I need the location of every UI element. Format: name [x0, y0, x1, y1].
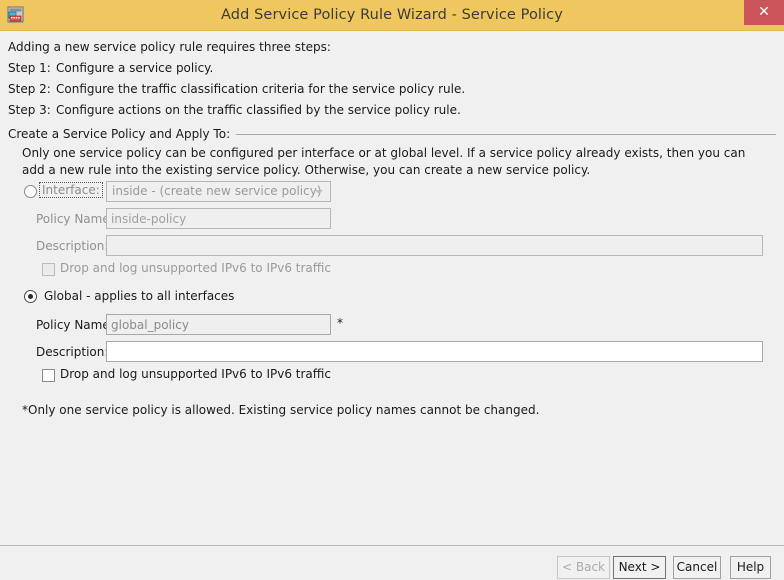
global-description-input[interactable] [106, 341, 763, 362]
window-titlebar: Add Service Policy Rule Wizard - Service… [0, 0, 784, 31]
global-policy-name-required-marker: * [337, 316, 343, 330]
intro-step-3: Step 3:Configure actions on the traffic … [8, 103, 461, 117]
help-button-label: Help [737, 560, 764, 574]
intro-step-2: Step 2:Configure the traffic classificat… [8, 82, 465, 96]
help-button[interactable]: Help [730, 556, 771, 579]
interface-drop-ipv6-label: Drop and log unsupported IPv6 to IPv6 tr… [60, 261, 331, 275]
radio-interface-label-text: Interface: [39, 182, 103, 198]
interface-policy-name-input[interactable] [106, 208, 331, 229]
cancel-button[interactable]: Cancel [673, 556, 721, 579]
chevron-down-icon [315, 190, 323, 194]
next-button-label: Next > [619, 560, 661, 574]
footnote-text: *Only one service policy is allowed. Exi… [22, 403, 539, 417]
cancel-button-label: Cancel [677, 560, 718, 574]
step-3-label: Step 3: [8, 103, 56, 117]
close-icon[interactable]: ✕ [744, 0, 784, 25]
interface-policy-name-label: Policy Name: [36, 212, 100, 226]
step-3-text: Configure actions on the traffic classif… [56, 103, 461, 117]
global-policy-name-input[interactable] [106, 314, 331, 335]
window-title: Add Service Policy Rule Wizard - Service… [0, 0, 784, 30]
intro-step-1: Step 1:Configure a service policy. [8, 61, 213, 75]
interface-select[interactable]: inside - (create new service policy) [106, 181, 331, 202]
next-button[interactable]: Next > [613, 556, 666, 579]
step-2-label: Step 2: [8, 82, 56, 96]
interface-drop-ipv6-checkbox[interactable] [42, 263, 55, 276]
global-policy-name-label: Policy Name: [36, 318, 100, 332]
radio-interface-label[interactable]: Interface: [42, 183, 103, 197]
step-1-label: Step 1: [8, 61, 56, 75]
global-description-label: Description: [36, 345, 100, 359]
back-button-label: < Back [562, 560, 605, 574]
group-description: Only one service policy can be configure… [22, 145, 770, 179]
interface-select-value: inside - (create new service policy) [112, 182, 322, 201]
dialog-content: Adding a new service policy rule require… [0, 31, 784, 536]
global-drop-ipv6-label: Drop and log unsupported IPv6 to IPv6 tr… [60, 367, 331, 381]
step-2-text: Configure the traffic classification cri… [56, 82, 465, 96]
radio-global-label[interactable]: Global - applies to all interfaces [44, 289, 234, 303]
back-button[interactable]: < Back [557, 556, 610, 579]
radio-interface[interactable] [24, 185, 37, 198]
interface-description-input[interactable] [106, 235, 763, 256]
global-drop-ipv6-checkbox[interactable] [42, 369, 55, 382]
interface-description-label: Description: [36, 239, 100, 253]
intro-heading: Adding a new service policy rule require… [8, 40, 331, 54]
group-title: Create a Service Policy and Apply To: [8, 127, 236, 141]
radio-global[interactable] [24, 290, 37, 303]
footer-separator [0, 545, 784, 546]
step-1-text: Configure a service policy. [56, 61, 213, 75]
